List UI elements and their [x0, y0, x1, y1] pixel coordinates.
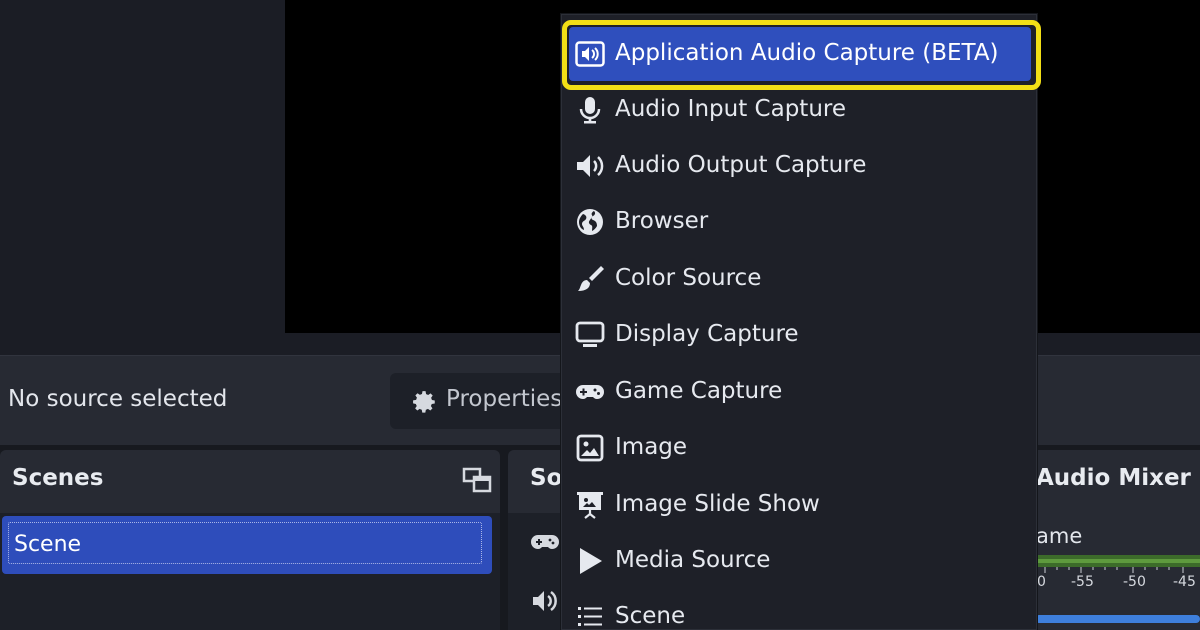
menu-item-color-source[interactable]: Color Source [561, 251, 1037, 307]
menu-item-label: Browser [615, 208, 709, 234]
paint-brush-icon [578, 266, 604, 291]
scene-item-label: Scene [14, 532, 82, 557]
gamepad-icon [531, 535, 559, 549]
speaker-icon [533, 590, 557, 612]
image-icon [576, 434, 604, 462]
audio-mixer-title: Audio Mixer [1036, 465, 1191, 491]
volume-fader[interactable] [1035, 615, 1200, 623]
menu-item-label: Image Slide Show [615, 491, 820, 517]
speaker-icon [577, 155, 604, 177]
menu-item-label: Media Source [615, 547, 771, 573]
globe-icon [577, 209, 603, 235]
volume-meter-level [1035, 559, 1200, 563]
menu-item-label: Game Capture [615, 378, 783, 404]
menu-item-label: Application Audio Capture (BETA) [615, 40, 999, 66]
menu-item-label: Image [615, 434, 688, 460]
no-source-label: No source selected [8, 386, 228, 412]
list-icon [578, 607, 602, 626]
menu-item-label: Audio Input Capture [615, 96, 846, 122]
app-audio-icon [575, 41, 605, 67]
undock-icon[interactable] [461, 464, 493, 496]
menu-item-label: Audio Output Capture [615, 152, 867, 178]
tick-label: 0 [1037, 574, 1046, 590]
meter-tick-labels: 0 -55 -50 -45 [1035, 574, 1200, 594]
menu-item-label: Color Source [615, 265, 762, 291]
gamepad-icon [576, 385, 604, 399]
tick-label: -45 [1173, 574, 1196, 590]
menu-item-audio-output-capture[interactable]: Audio Output Capture [561, 138, 1037, 194]
menu-item-image[interactable]: Image [561, 420, 1037, 476]
monitor-icon [575, 321, 605, 347]
tick-label: -55 [1071, 574, 1094, 590]
properties-label: Properties [446, 386, 563, 412]
menu-item-scene[interactable]: Scene [561, 589, 1037, 630]
menu-item-label: Scene [615, 603, 686, 629]
tick-label: -50 [1123, 574, 1146, 590]
menu-item-label: Display Capture [615, 321, 799, 347]
menu-item-image-slide-show[interactable]: Image Slide Show [561, 477, 1037, 533]
play-icon [580, 548, 602, 574]
menu-item-application-audio-capture[interactable]: Application Audio Capture (BETA) [561, 14, 1041, 90]
menu-item-display-capture[interactable]: Display Capture [561, 307, 1037, 363]
mixer-channel-name: ame [1036, 524, 1083, 548]
microphone-icon [579, 97, 601, 124]
menu-item-audio-input-capture[interactable]: Audio Input Capture [561, 82, 1037, 138]
left-empty-area [0, 0, 285, 355]
scenes-dock-title: Scenes [12, 465, 104, 491]
menu-item-browser[interactable]: Browser [561, 194, 1037, 250]
slideshow-icon [577, 492, 603, 519]
menu-item-game-capture[interactable]: Game Capture [561, 364, 1037, 420]
gear-icon [413, 391, 435, 413]
menu-item-media-source[interactable]: Media Source [561, 533, 1037, 589]
sources-dock-title: So [530, 465, 563, 491]
